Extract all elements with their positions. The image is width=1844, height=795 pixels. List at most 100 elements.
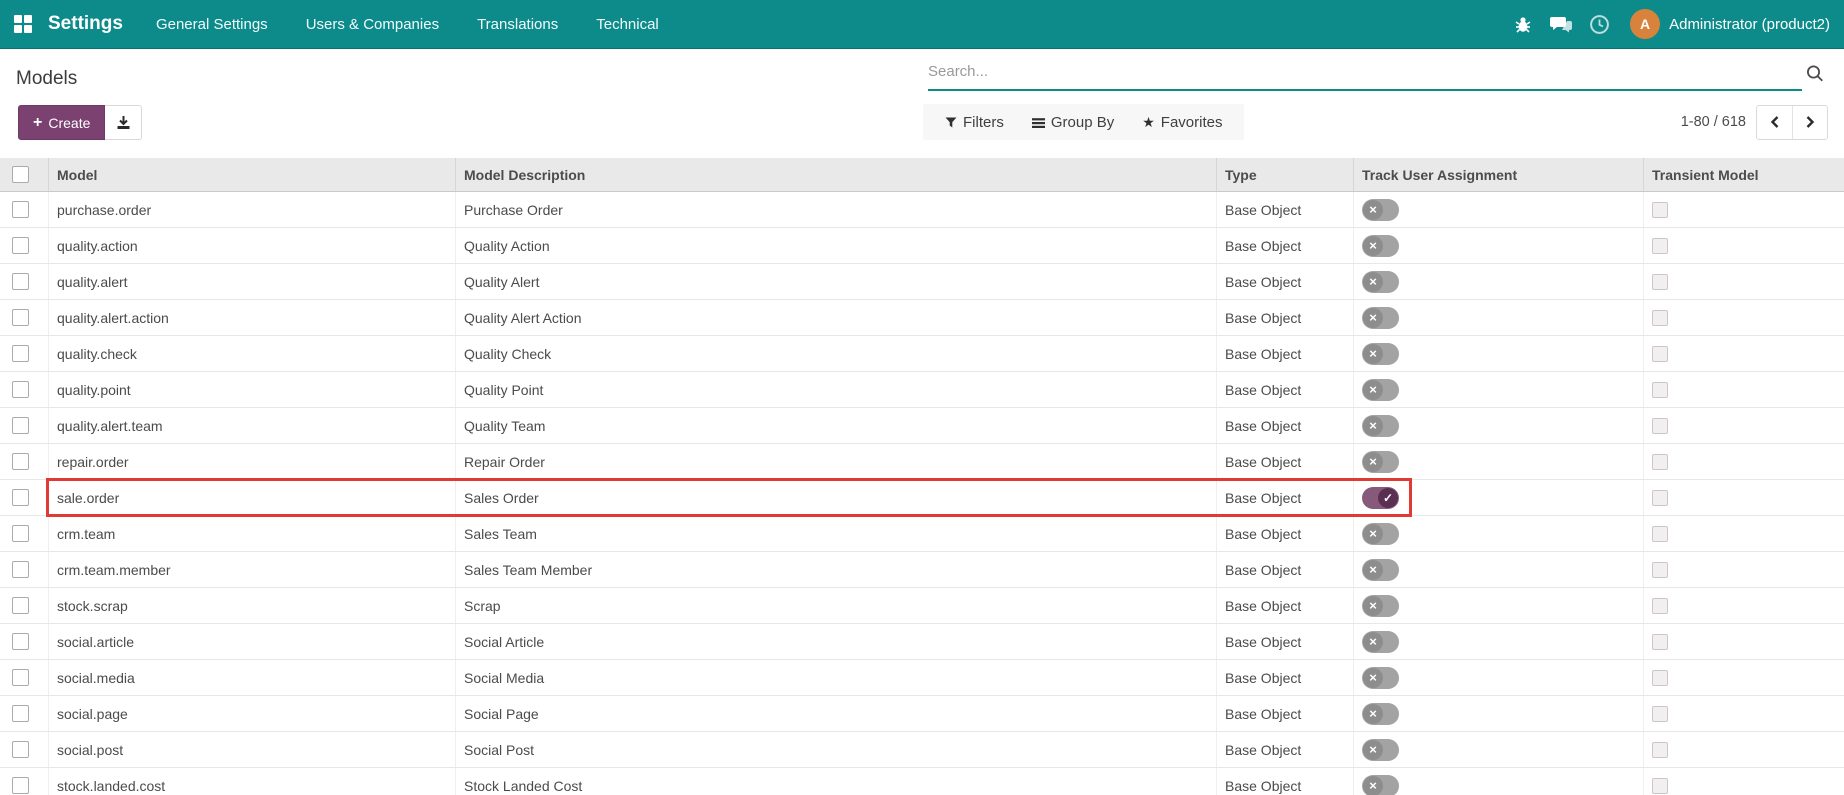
track-user-toggle[interactable] [1362,774,1399,795]
model-cell[interactable]: social.page [48,696,455,731]
model-cell[interactable]: quality.action [48,228,455,263]
row-checkbox[interactable] [12,525,29,542]
transient-model-checkbox[interactable] [1652,273,1668,290]
select-all-checkbox[interactable] [12,166,29,183]
row-checkbox[interactable] [12,669,29,686]
table-row[interactable]: social.page Social Page Base Object [0,696,1844,732]
model-description-cell[interactable]: Stock Landed Cost [455,768,1216,795]
model-cell[interactable]: quality.alert.team [48,408,455,443]
column-header-track-user-assignment[interactable]: Track User Assignment [1353,158,1643,191]
transient-model-checkbox[interactable] [1652,381,1668,398]
row-checkbox[interactable] [12,597,29,614]
track-user-toggle[interactable] [1362,558,1399,581]
table-row[interactable]: purchase.order Purchase Order Base Objec… [0,192,1844,228]
transient-model-checkbox[interactable] [1652,633,1668,650]
row-checkbox[interactable] [12,777,29,794]
column-header-transient-model[interactable]: Transient Model [1643,158,1844,191]
transient-model-checkbox[interactable] [1652,237,1668,254]
track-user-toggle[interactable] [1362,666,1399,689]
create-button[interactable]: + Create [18,105,106,140]
table-row[interactable]: quality.alert.team Quality Team Base Obj… [0,408,1844,444]
row-checkbox[interactable] [12,237,29,254]
type-cell[interactable]: Base Object [1216,732,1353,767]
model-description-cell[interactable]: Quality Alert [455,264,1216,299]
user-menu[interactable]: Administrator (product2) [1669,16,1830,33]
model-cell[interactable]: quality.point [48,372,455,407]
export-button[interactable] [105,105,143,140]
model-cell[interactable]: crm.team.member [48,552,455,587]
table-row[interactable]: quality.alert.action Quality Alert Actio… [0,300,1844,336]
transient-model-checkbox[interactable] [1652,417,1668,434]
track-user-toggle[interactable] [1362,522,1399,545]
model-description-cell[interactable]: Social Page [455,696,1216,731]
type-cell[interactable]: Base Object [1216,444,1353,479]
transient-model-checkbox[interactable] [1652,669,1668,686]
transient-model-checkbox[interactable] [1652,525,1668,542]
model-description-cell[interactable]: Social Post [455,732,1216,767]
transient-model-checkbox[interactable] [1652,561,1668,578]
type-cell[interactable]: Base Object [1216,660,1353,695]
column-header-model-description[interactable]: Model Description [455,158,1216,191]
transient-model-checkbox[interactable] [1652,453,1668,470]
type-cell[interactable]: Base Object [1216,264,1353,299]
transient-model-checkbox[interactable] [1652,309,1668,326]
type-cell[interactable]: Base Object [1216,336,1353,371]
model-cell[interactable]: crm.team [48,516,455,551]
model-cell[interactable]: sale.order [48,480,455,515]
search-input[interactable] [928,53,1802,91]
model-description-cell[interactable]: Quality Point [455,372,1216,407]
model-description-cell[interactable]: Quality Action [455,228,1216,263]
model-description-cell[interactable]: Sales Team [455,516,1216,551]
transient-model-checkbox[interactable] [1652,777,1668,794]
table-row[interactable]: social.post Social Post Base Object [0,732,1844,768]
nav-item-general-settings[interactable]: General Settings [137,0,287,48]
model-cell[interactable]: quality.alert.action [48,300,455,335]
model-cell[interactable]: stock.scrap [48,588,455,623]
table-row[interactable]: crm.team.member Sales Team Member Base O… [0,552,1844,588]
row-checkbox[interactable] [12,633,29,650]
model-description-cell[interactable]: Purchase Order [455,192,1216,227]
type-cell[interactable]: Base Object [1216,228,1353,263]
track-user-toggle[interactable] [1362,630,1399,653]
transient-model-checkbox[interactable] [1652,489,1668,506]
row-checkbox[interactable] [12,309,29,326]
track-user-toggle[interactable] [1362,450,1399,473]
model-description-cell[interactable]: Quality Team [455,408,1216,443]
model-cell[interactable]: social.article [48,624,455,659]
table-row[interactable]: stock.landed.cost Stock Landed Cost Base… [0,768,1844,795]
model-description-cell[interactable]: Social Article [455,624,1216,659]
column-header-model[interactable]: Model [48,158,455,191]
row-checkbox[interactable] [12,705,29,722]
model-cell[interactable]: social.media [48,660,455,695]
nav-item-technical[interactable]: Technical [577,0,678,48]
track-user-toggle[interactable] [1362,702,1399,725]
model-description-cell[interactable]: Quality Alert Action [455,300,1216,335]
type-cell[interactable]: Base Object [1216,588,1353,623]
table-row[interactable]: social.media Social Media Base Object [0,660,1844,696]
table-row[interactable]: sale.order Sales Order Base Object [0,478,1844,517]
track-user-toggle[interactable] [1362,198,1399,221]
table-row[interactable]: quality.point Quality Point Base Object [0,372,1844,408]
model-cell[interactable]: purchase.order [48,192,455,227]
activities-button[interactable] [1580,0,1618,48]
favorites-button[interactable]: ★ Favorites [1130,104,1234,140]
row-checkbox[interactable] [12,453,29,470]
app-title[interactable]: Settings [46,13,137,35]
table-row[interactable]: social.article Social Article Base Objec… [0,624,1844,660]
nav-item-users-companies[interactable]: Users & Companies [287,0,458,48]
pager-previous-button[interactable] [1757,105,1792,139]
row-checkbox[interactable] [12,561,29,578]
messages-button[interactable] [1542,0,1580,48]
model-cell[interactable]: quality.alert [48,264,455,299]
row-checkbox[interactable] [12,489,29,506]
type-cell[interactable]: Base Object [1216,480,1353,515]
nav-item-translations[interactable]: Translations [458,0,577,48]
pager-next-button[interactable] [1792,105,1827,139]
row-checkbox[interactable] [12,741,29,758]
table-row[interactable]: crm.team Sales Team Base Object [0,516,1844,552]
debug-bug-button[interactable] [1504,0,1542,48]
model-description-cell[interactable]: Sales Team Member [455,552,1216,587]
type-cell[interactable]: Base Object [1216,696,1353,731]
model-cell[interactable]: repair.order [48,444,455,479]
table-row[interactable]: quality.alert Quality Alert Base Object [0,264,1844,300]
